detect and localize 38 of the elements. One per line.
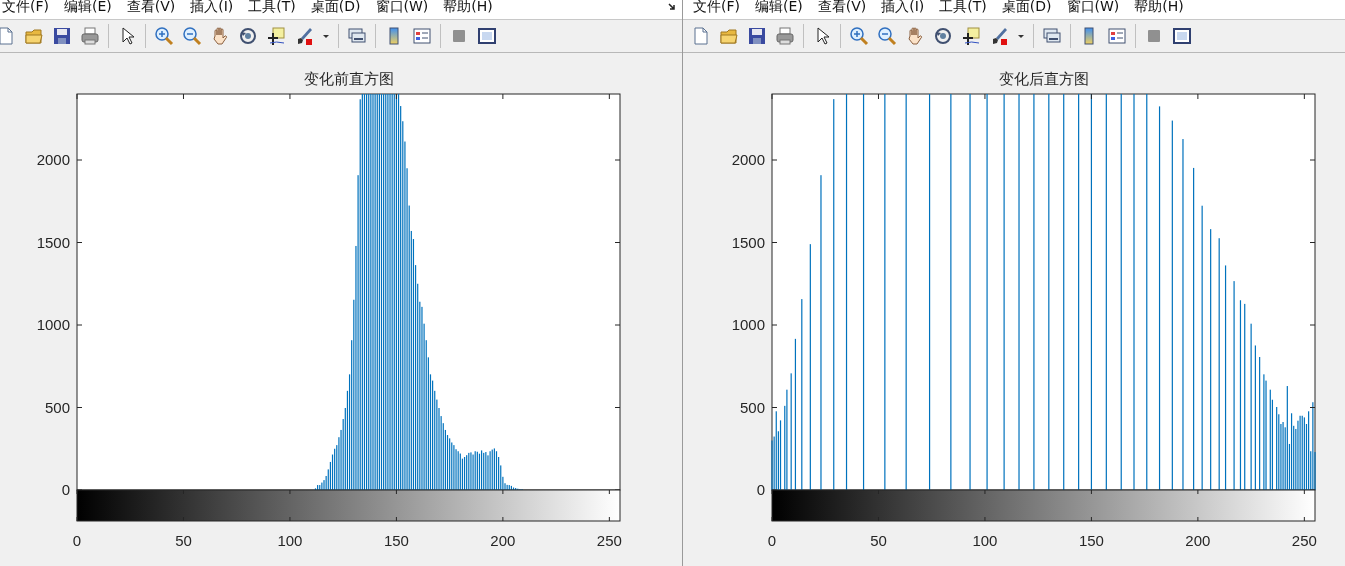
y-tick-label: 0: [61, 481, 70, 498]
y-tick-label: 1500: [36, 233, 70, 251]
menu-item[interactable]: 查看(V): [817, 0, 867, 19]
menu-item[interactable]: 工具(T): [248, 0, 296, 19]
x-tick-label: 150: [1078, 532, 1104, 549]
x-tick-label: 0: [72, 532, 82, 549]
menu-item[interactable]: 文件(F): [2, 0, 49, 19]
menu-item[interactable]: 桌面(D): [310, 0, 361, 19]
chart-title: 变化前直方图: [303, 70, 394, 88]
x-tick-label: 150: [383, 532, 409, 549]
x-tick-label: 50: [175, 532, 192, 549]
y-tick-label: 1500: [731, 233, 765, 251]
y-tick-label: 1000: [36, 316, 70, 333]
menu-item[interactable]: 查看(V): [126, 0, 176, 19]
x-tick-label: 200: [490, 532, 516, 549]
menu-item[interactable]: 插入(I): [190, 0, 234, 19]
y-tick-label: 2000: [36, 151, 70, 168]
menu-item[interactable]: 帮助(H): [443, 0, 493, 19]
y-tick-label: 500: [739, 398, 765, 416]
y-tick-label: 1000: [731, 316, 765, 333]
y-tick-label: 0: [756, 481, 765, 498]
x-tick-label: 250: [1291, 532, 1317, 549]
menu-item[interactable]: 文件(F): [693, 0, 740, 19]
x-tick-label: 250: [596, 532, 622, 549]
y-tick-label: 2000: [731, 151, 765, 168]
y-tick-label: 500: [44, 398, 70, 416]
x-tick-label: 50: [870, 532, 887, 549]
x-tick-label: 0: [767, 532, 777, 549]
x-tick-label: 200: [1185, 532, 1211, 549]
x-tick-label: 100: [277, 532, 303, 549]
chart-title: 变化后直方图: [998, 70, 1089, 88]
x-tick-label: 100: [972, 532, 998, 549]
menu-item[interactable]: 桌面(D): [1001, 0, 1052, 19]
menu-item[interactable]: 工具(T): [939, 0, 987, 19]
menu-item[interactable]: 插入(I): [881, 0, 925, 19]
menu-item[interactable]: 帮助(H): [1134, 0, 1184, 19]
menu-item[interactable]: 编辑(E): [755, 0, 803, 19]
menu-item[interactable]: 编辑(E): [64, 0, 112, 19]
